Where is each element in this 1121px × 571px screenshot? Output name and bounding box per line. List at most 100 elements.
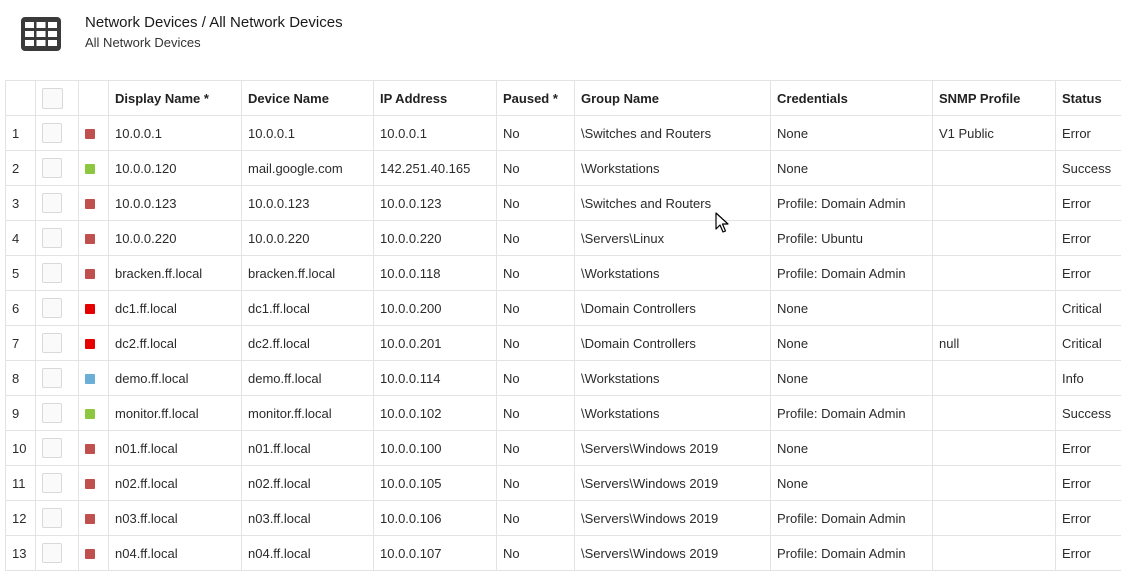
display-name-cell[interactable]: 10.0.0.123	[109, 186, 242, 221]
display-name-cell[interactable]: 10.0.0.120	[109, 151, 242, 186]
display-name-cell[interactable]: 10.0.0.220	[109, 221, 242, 256]
row-checkbox-cell[interactable]	[36, 361, 79, 396]
snmp-profile-cell: null	[933, 326, 1056, 361]
row-select-checkbox[interactable]	[42, 438, 62, 458]
display-name-cell[interactable]: n01.ff.local	[109, 431, 242, 466]
row-select-checkbox[interactable]	[42, 123, 62, 143]
device-name-cell: 10.0.0.220	[242, 221, 374, 256]
row-select-checkbox[interactable]	[42, 193, 62, 213]
row-select-checkbox[interactable]	[42, 333, 62, 353]
credentials-cell: None	[771, 361, 933, 396]
credentials-cell: None	[771, 466, 933, 501]
snmp-profile-cell	[933, 431, 1056, 466]
credentials-cell: Profile: Domain Admin	[771, 396, 933, 431]
status-color-cell	[79, 326, 109, 361]
row-checkbox-cell[interactable]	[36, 291, 79, 326]
paused-cell: No	[497, 431, 575, 466]
status-text-cell: Error	[1056, 256, 1121, 291]
display-name-cell[interactable]: demo.ff.local	[109, 361, 242, 396]
ip-address-cell: 10.0.0.220	[374, 221, 497, 256]
credentials-cell: None	[771, 116, 933, 151]
row-checkbox-cell[interactable]	[36, 116, 79, 151]
row-select-checkbox[interactable]	[42, 368, 62, 388]
row-select-checkbox[interactable]	[42, 403, 62, 423]
status-color-cell	[79, 291, 109, 326]
column-header-display-name[interactable]: Display Name *	[109, 81, 242, 116]
status-text-cell: Error	[1056, 116, 1121, 151]
snmp-profile-cell	[933, 256, 1056, 291]
ip-address-cell: 10.0.0.1	[374, 116, 497, 151]
snmp-profile-cell	[933, 361, 1056, 396]
row-select-checkbox[interactable]	[42, 473, 62, 493]
column-header-snmp-profile[interactable]: SNMP Profile	[933, 81, 1056, 116]
row-select-checkbox[interactable]	[42, 543, 62, 563]
table-row[interactable]: 7dc2.ff.localdc2.ff.local10.0.0.201No\Do…	[6, 326, 1121, 361]
table-row[interactable]: 6dc1.ff.localdc1.ff.local10.0.0.200No\Do…	[6, 291, 1121, 326]
row-checkbox-cell[interactable]	[36, 221, 79, 256]
row-checkbox-cell[interactable]	[36, 431, 79, 466]
display-name-cell[interactable]: n04.ff.local	[109, 536, 242, 571]
row-number: 4	[6, 221, 36, 256]
device-name-cell: 10.0.0.123	[242, 186, 374, 221]
display-name-cell[interactable]: n03.ff.local	[109, 501, 242, 536]
ip-address-cell: 10.0.0.102	[374, 396, 497, 431]
display-name-cell[interactable]: n02.ff.local	[109, 466, 242, 501]
paused-cell: No	[497, 151, 575, 186]
column-header-group-name[interactable]: Group Name	[575, 81, 771, 116]
table-row[interactable]: 8demo.ff.localdemo.ff.local10.0.0.114No\…	[6, 361, 1121, 396]
ip-address-cell: 10.0.0.107	[374, 536, 497, 571]
select-all-checkbox[interactable]	[42, 88, 63, 109]
display-name-cell[interactable]: bracken.ff.local	[109, 256, 242, 291]
ip-address-cell: 10.0.0.201	[374, 326, 497, 361]
column-header-ip-address[interactable]: IP Address	[374, 81, 497, 116]
table-row[interactable]: 9monitor.ff.localmonitor.ff.local10.0.0.…	[6, 396, 1121, 431]
table-row[interactable]: 310.0.0.12310.0.0.12310.0.0.123No\Switch…	[6, 186, 1121, 221]
status-color-indicator	[85, 129, 95, 139]
row-select-checkbox[interactable]	[42, 158, 62, 178]
status-text-cell: Info	[1056, 361, 1121, 396]
row-select-checkbox[interactable]	[42, 263, 62, 283]
table-row[interactable]: 12n03.ff.localn03.ff.local10.0.0.106No\S…	[6, 501, 1121, 536]
row-number: 3	[6, 186, 36, 221]
row-number: 5	[6, 256, 36, 291]
table-row[interactable]: 410.0.0.22010.0.0.22010.0.0.220No\Server…	[6, 221, 1121, 256]
row-select-checkbox[interactable]	[42, 508, 62, 528]
group-name-cell: \Workstations	[575, 396, 771, 431]
row-checkbox-cell[interactable]	[36, 536, 79, 571]
column-header-credentials[interactable]: Credentials	[771, 81, 933, 116]
row-select-checkbox[interactable]	[42, 228, 62, 248]
row-checkbox-cell[interactable]	[36, 466, 79, 501]
display-name-cell[interactable]: dc1.ff.local	[109, 291, 242, 326]
table-row[interactable]: 13n04.ff.localn04.ff.local10.0.0.107No\S…	[6, 536, 1121, 571]
column-header-status[interactable]: Status	[1056, 81, 1121, 116]
status-text-cell: Error	[1056, 431, 1121, 466]
group-name-cell: \Switches and Routers	[575, 116, 771, 151]
table-row[interactable]: 5bracken.ff.localbracken.ff.local10.0.0.…	[6, 256, 1121, 291]
table-row[interactable]: 10n01.ff.localn01.ff.local10.0.0.100No\S…	[6, 431, 1121, 466]
table-header-row: Display Name * Device Name IP Address Pa…	[6, 81, 1121, 116]
row-checkbox-cell[interactable]	[36, 396, 79, 431]
table-row[interactable]: 210.0.0.120mail.google.com142.251.40.165…	[6, 151, 1121, 186]
row-checkbox-cell[interactable]	[36, 186, 79, 221]
device-name-cell: dc2.ff.local	[242, 326, 374, 361]
table-row[interactable]: 110.0.0.110.0.0.110.0.0.1No\Switches and…	[6, 116, 1121, 151]
select-all-checkbox-cell[interactable]	[36, 81, 79, 116]
status-color-indicator	[85, 409, 95, 419]
row-checkbox-cell[interactable]	[36, 256, 79, 291]
row-select-checkbox[interactable]	[42, 298, 62, 318]
column-header-device-name[interactable]: Device Name	[242, 81, 374, 116]
row-checkbox-cell[interactable]	[36, 151, 79, 186]
mouse-pointer-icon	[715, 212, 729, 234]
column-header-paused[interactable]: Paused *	[497, 81, 575, 116]
row-checkbox-cell[interactable]	[36, 501, 79, 536]
row-checkbox-cell[interactable]	[36, 326, 79, 361]
table-row[interactable]: 11n02.ff.localn02.ff.local10.0.0.105No\S…	[6, 466, 1121, 501]
paused-cell: No	[497, 361, 575, 396]
paused-cell: No	[497, 466, 575, 501]
display-name-cell[interactable]: dc2.ff.local	[109, 326, 242, 361]
display-name-cell[interactable]: monitor.ff.local	[109, 396, 242, 431]
device-name-cell: dc1.ff.local	[242, 291, 374, 326]
credentials-cell: None	[771, 151, 933, 186]
display-name-cell[interactable]: 10.0.0.1	[109, 116, 242, 151]
row-number: 12	[6, 501, 36, 536]
